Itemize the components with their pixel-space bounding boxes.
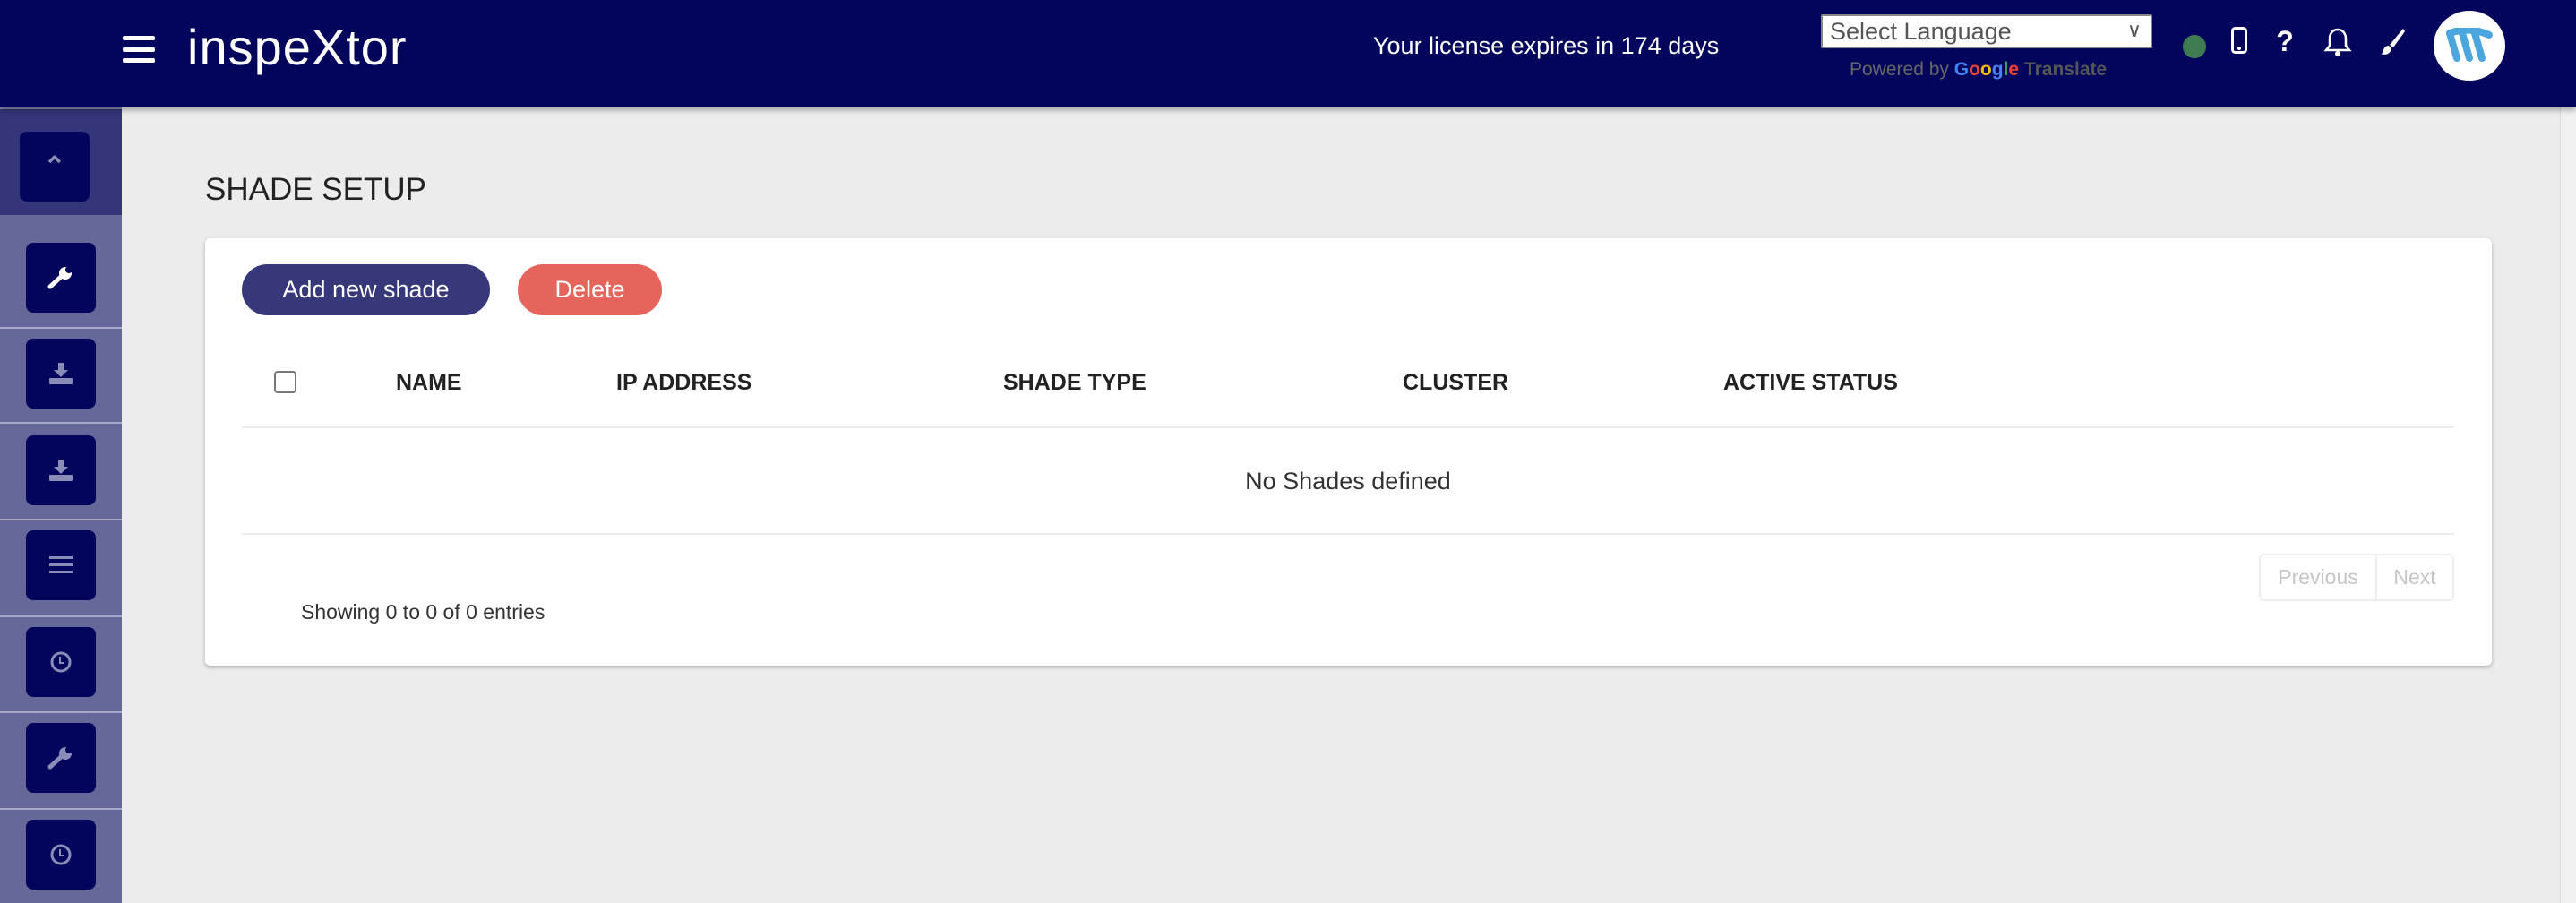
- chevron-up-icon: ⌃: [43, 151, 66, 182]
- collapse-button[interactable]: ⌃: [20, 132, 90, 202]
- top-navbar: inspeXtor Your license expires in 174 da…: [0, 0, 2576, 108]
- divider: [242, 426, 2454, 428]
- sidebar-item-schedule[interactable]: [26, 627, 96, 697]
- help-icon[interactable]: ?: [2269, 25, 2301, 58]
- divider: [242, 533, 2454, 535]
- previous-page-button[interactable]: Previous: [2261, 555, 2377, 599]
- page-title: SHADE SETUP: [205, 172, 426, 207]
- sidebar-item-download-1[interactable]: [26, 339, 96, 408]
- sidebar-item-setup[interactable]: [26, 243, 96, 313]
- brush-icon[interactable]: [2376, 27, 2409, 63]
- language-select[interactable]: Select Language ∨: [1821, 14, 2152, 48]
- sidebar: ⌃: [0, 108, 122, 903]
- menu-icon[interactable]: [123, 36, 155, 63]
- clock-icon: [50, 651, 72, 673]
- google-logo: Google: [1953, 59, 2020, 80]
- column-header-ip-address[interactable]: IP ADDRESS: [616, 370, 751, 396]
- delete-button[interactable]: Delete: [518, 264, 662, 315]
- user-avatar[interactable]: [2434, 11, 2505, 81]
- clock-icon: [50, 844, 72, 865]
- sidebar-item-tools[interactable]: [26, 723, 96, 793]
- sidebar-item-download-2[interactable]: [26, 435, 96, 505]
- add-new-shade-button[interactable]: Add new shade: [242, 264, 490, 315]
- sidebar-item-history[interactable]: [26, 820, 96, 890]
- pagination: Previous Next: [2259, 554, 2454, 601]
- select-all-checkbox[interactable]: [274, 371, 296, 393]
- mobile-icon[interactable]: [2223, 27, 2255, 61]
- list-icon: [49, 556, 73, 573]
- column-header-shade-type[interactable]: SHADE TYPE: [1003, 370, 1146, 396]
- page-scrollbar[interactable]: [2560, 108, 2576, 903]
- app-title: inspeXtor: [187, 19, 408, 75]
- empty-table-message: No Shades defined: [1245, 468, 1451, 494]
- download-icon: [49, 460, 73, 481]
- chevron-down-icon: ∨: [2126, 19, 2142, 41]
- download-icon: [49, 363, 73, 384]
- license-status: Your license expires in 174 days: [1373, 32, 1720, 59]
- next-page-button[interactable]: Next: [2377, 555, 2452, 599]
- column-header-active-status[interactable]: ACTIVE STATUS: [1723, 370, 1898, 396]
- column-header-cluster[interactable]: CLUSTER: [1403, 370, 1508, 396]
- powered-by-google-translate: Powered by Google Translate: [1850, 59, 2108, 80]
- wrench-icon: [47, 266, 73, 289]
- entries-info: Showing 0 to 0 of 0 entries: [301, 600, 545, 624]
- column-header-name[interactable]: NAME: [396, 370, 462, 396]
- connection-status-dot: [2183, 35, 2206, 58]
- bell-icon[interactable]: [2322, 27, 2354, 64]
- sidebar-top: ⌃: [0, 108, 122, 215]
- sidebar-item-list[interactable]: [26, 530, 96, 600]
- wrench-icon: [47, 746, 73, 770]
